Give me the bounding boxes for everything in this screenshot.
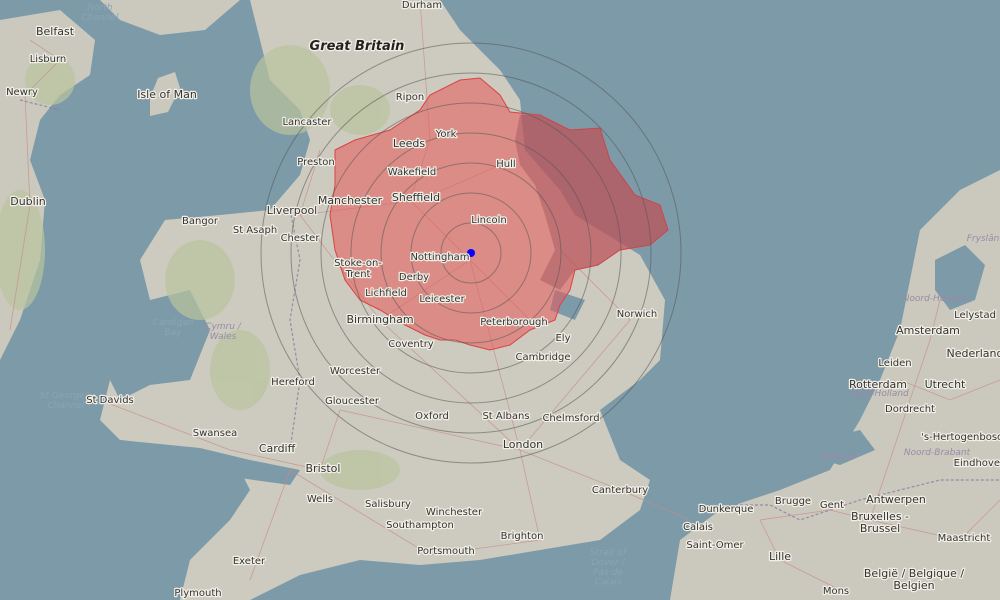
place-label: Ely [555, 333, 570, 344]
place-label: Chelmsford [542, 413, 599, 424]
place-label: Gloucester [325, 396, 380, 407]
place-label: Maastricht [938, 533, 991, 544]
province-label: Noord-Holland [903, 294, 968, 304]
place-label: 's-Hertogenbosch [921, 432, 1000, 443]
place-label: Belfast [36, 25, 75, 38]
province-label: Fryslân [967, 234, 1000, 244]
place-label: Wells [307, 494, 333, 505]
place-label: Canterbury [592, 485, 648, 496]
place-label: Antwerpen [866, 493, 926, 506]
place-label: Lancaster [282, 117, 332, 128]
place-label: Southampton [386, 520, 454, 531]
place-label: Bangor [182, 216, 219, 227]
place-label: Lichfield [365, 288, 407, 299]
place-label: Derby [399, 272, 429, 283]
place-label: Swansea [193, 428, 237, 439]
place-label: Leicester [419, 294, 465, 305]
place-label: Eindhoven [954, 458, 1000, 469]
map-canvas[interactable]: Great BritainNorth ChannelSt George's Chan… [0, 0, 1000, 600]
place-label: Amsterdam [896, 324, 960, 337]
place-label: Nottingham [410, 252, 469, 263]
place-label: London [503, 438, 543, 451]
place-label: Nederland [946, 347, 1000, 360]
place-label: Dunkerque [699, 504, 754, 515]
place-label: Leeds [393, 137, 425, 150]
place-label: Chester [281, 233, 321, 244]
place-label: Plymouth [174, 588, 221, 599]
province-label: Zeeland [818, 452, 856, 462]
place-label: Winchester [426, 507, 483, 518]
place-label: Norwich [617, 309, 658, 320]
place-label: Isle of Man [137, 88, 197, 101]
place-label: Bristol [306, 462, 341, 475]
place-label: Wakefield [388, 167, 437, 178]
place-label: Coventry [388, 339, 434, 350]
region-label: Great Britain [310, 39, 405, 54]
place-label: Oxford [415, 411, 449, 422]
place-label: St Davids [86, 395, 134, 406]
place-label: Salisbury [365, 499, 411, 510]
place-label: York [435, 129, 457, 140]
place-label: Lelystad [954, 310, 996, 321]
map-view[interactable]: Great Britain North Channel St George's Chan… [0, 0, 1000, 600]
place-label: Preston [297, 157, 335, 168]
place-label: Lincoln [471, 215, 506, 226]
place-label: Ripon [396, 92, 425, 103]
place-label: Cambridge [516, 352, 571, 363]
place-label: Peterborough [480, 317, 548, 328]
place-label: Manchester [318, 194, 383, 207]
place-label: Mons [823, 586, 849, 597]
place-label: Portsmouth [417, 546, 475, 557]
place-label: Dordrecht [885, 404, 935, 415]
place-label: Lille [769, 550, 791, 563]
place-label: Hull [496, 159, 515, 170]
place-label: Exeter [233, 556, 266, 567]
place-label: Worcester [330, 366, 381, 377]
place-label: Cardiff [259, 442, 296, 455]
place-label: Sheffield [392, 191, 440, 204]
place-label: Birmingham [346, 313, 413, 326]
place-label: Gent [820, 500, 844, 511]
place-label: Newry [6, 87, 38, 98]
place-label: Rotterdam [849, 378, 907, 391]
place-label: Durham [402, 0, 442, 11]
place-label: St Albans [482, 411, 529, 422]
place-label: Hereford [271, 377, 315, 388]
place-label: St Asaph [233, 225, 277, 236]
province-label: Noord-Brabant [904, 448, 971, 458]
place-label: Calais [683, 522, 713, 533]
place-label: Leiden [878, 358, 911, 369]
place-label: Brugge [775, 496, 811, 507]
place-label: Brighton [501, 531, 544, 542]
place-label: Liverpool [267, 204, 317, 217]
place-label: Lisburn [30, 54, 67, 65]
place-label: Utrecht [925, 378, 966, 391]
place-label: Dublin [10, 195, 46, 208]
place-label: Saint-Omer [686, 540, 744, 551]
province-label: Cymru / Wales [205, 322, 242, 342]
